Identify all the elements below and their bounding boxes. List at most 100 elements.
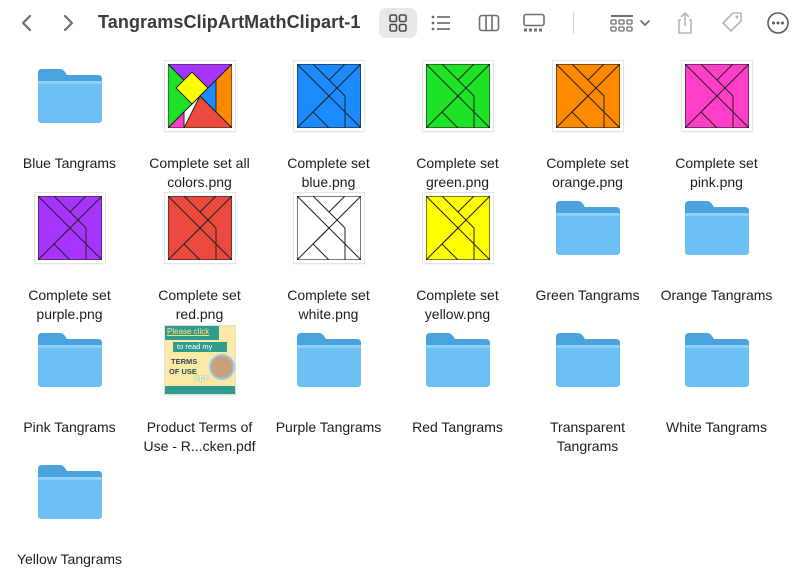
item-thumbnail — [552, 60, 624, 132]
item-thumbnail — [293, 192, 365, 264]
item-label: Red Tangrams — [412, 419, 503, 435]
icon-view-grid-icon — [389, 14, 407, 32]
file-item[interactable]: Complete set all colors.png — [135, 60, 264, 190]
gallery-view-icon — [523, 13, 545, 32]
pdf-preview-line1: Please click — [167, 327, 210, 336]
file-item[interactable]: Please click to read my TERMS OF USE PDF… — [135, 324, 264, 454]
pdf-preview-line3: TERMS — [171, 357, 198, 366]
image-thumbnail — [423, 61, 493, 131]
folder-item[interactable]: Red Tangrams — [393, 324, 522, 454]
folder-item[interactable]: Transparent Tangrams — [523, 324, 652, 454]
item-label: Green Tangrams — [535, 287, 640, 303]
item-label: Complete set yellow.png — [416, 287, 499, 322]
item-label: Complete set red.png — [158, 287, 241, 322]
file-item[interactable]: Complete set white.png — [264, 192, 393, 322]
icon-view-button[interactable] — [379, 8, 417, 38]
item-thumbnail — [422, 60, 494, 132]
folder-icon — [556, 333, 620, 387]
folder-icon — [38, 333, 102, 387]
item-thumbnail — [34, 192, 106, 264]
item-thumbnail — [422, 192, 494, 264]
item-thumbnail — [164, 60, 236, 132]
more-ellipsis-icon — [767, 12, 789, 34]
pdf-preview-badge: PDF — [195, 376, 209, 383]
tangram-image-icon — [426, 196, 490, 260]
item-label: Complete set all colors.png — [149, 155, 250, 190]
tag-button[interactable] — [718, 8, 746, 38]
tangram-image-icon — [426, 64, 490, 128]
folder-item[interactable]: White Tangrams — [652, 324, 781, 454]
folder-icon — [426, 333, 490, 387]
tangram-multicolor-icon — [168, 64, 232, 128]
image-thumbnail — [165, 193, 235, 263]
item-thumbnail — [34, 324, 106, 396]
item-label: White Tangrams — [666, 419, 767, 435]
chevron-left-icon — [21, 14, 32, 32]
tag-icon — [722, 12, 742, 32]
folder-item[interactable]: Yellow Tangrams — [5, 456, 134, 586]
window-title: TangramsClipArtMathClipart-1 — [98, 12, 361, 32]
tangram-image-icon — [685, 64, 749, 128]
file-item[interactable]: Complete set red.png — [135, 192, 264, 322]
file-item[interactable]: Complete set yellow.png — [393, 192, 522, 322]
item-label: Orange Tangrams — [660, 287, 773, 303]
file-item[interactable]: Complete set pink.png — [652, 60, 781, 190]
file-grid: Blue Tangrams Complete set all colors.pn… — [0, 60, 794, 574]
forward-button[interactable] — [55, 9, 81, 37]
tangram-image-icon — [38, 196, 102, 260]
item-thumbnail — [164, 192, 236, 264]
image-thumbnail — [682, 61, 752, 131]
folder-item[interactable]: Blue Tangrams — [5, 60, 134, 190]
file-item[interactable]: Complete set green.png — [393, 60, 522, 190]
group-by-icon — [610, 15, 650, 32]
pdf-thumbnail: Please click to read my TERMS OF USE PDF — [165, 326, 235, 394]
item-label: Complete set white.png — [287, 287, 370, 322]
item-thumbnail — [681, 60, 753, 132]
folder-icon — [556, 201, 620, 255]
item-label: Product Terms of Use - R...cken.pdf — [143, 419, 256, 454]
item-thumbnail — [34, 60, 106, 132]
share-icon — [678, 11, 692, 34]
folder-item[interactable]: Orange Tangrams — [652, 192, 781, 322]
author-photo — [209, 354, 235, 380]
item-label: Blue Tangrams — [22, 155, 117, 171]
item-label: Complete set purple.png — [28, 287, 111, 322]
file-item[interactable]: Complete set orange.png — [523, 60, 652, 190]
column-view-icon — [478, 14, 500, 32]
toolbar-divider — [573, 12, 574, 34]
pdf-preview-line4: OF USE — [169, 367, 197, 376]
item-thumbnail — [293, 60, 365, 132]
file-item[interactable]: Complete set purple.png — [5, 192, 134, 322]
folder-icon — [297, 333, 361, 387]
item-label: Complete set green.png — [416, 155, 499, 190]
item-label: Complete set blue.png — [287, 155, 370, 190]
item-thumbnail: Please click to read my TERMS OF USE PDF — [164, 324, 236, 396]
group-by-button[interactable] — [606, 8, 654, 38]
image-thumbnail — [423, 193, 493, 263]
folder-item[interactable]: Purple Tangrams — [264, 324, 393, 454]
chevron-down-icon — [640, 20, 650, 27]
file-item[interactable]: Complete set blue.png — [264, 60, 393, 190]
gallery-view-button[interactable] — [515, 8, 553, 38]
chevron-right-icon — [63, 14, 74, 32]
folder-icon — [38, 465, 102, 519]
item-thumbnail — [552, 192, 624, 264]
item-label: Complete set pink.png — [675, 155, 758, 190]
folder-item[interactable]: Green Tangrams — [523, 192, 652, 322]
item-thumbnail — [681, 324, 753, 396]
item-label: Pink Tangrams — [23, 419, 116, 435]
back-button[interactable] — [14, 9, 40, 37]
item-thumbnail — [293, 324, 365, 396]
column-view-button[interactable] — [470, 8, 508, 38]
share-button[interactable] — [671, 8, 699, 38]
folder-item[interactable]: Pink Tangrams — [5, 324, 134, 454]
item-label: Transparent Tangrams — [550, 419, 625, 454]
image-thumbnail — [35, 193, 105, 263]
pdf-preview-line2: to read my — [177, 342, 213, 351]
toolbar: TangramsClipArtMathClipart-1 — [0, 0, 794, 46]
item-label: Purple Tangrams — [275, 419, 382, 435]
list-view-button[interactable] — [422, 8, 460, 38]
more-button[interactable] — [764, 8, 792, 38]
image-thumbnail — [165, 61, 235, 131]
list-view-icon — [431, 15, 450, 31]
